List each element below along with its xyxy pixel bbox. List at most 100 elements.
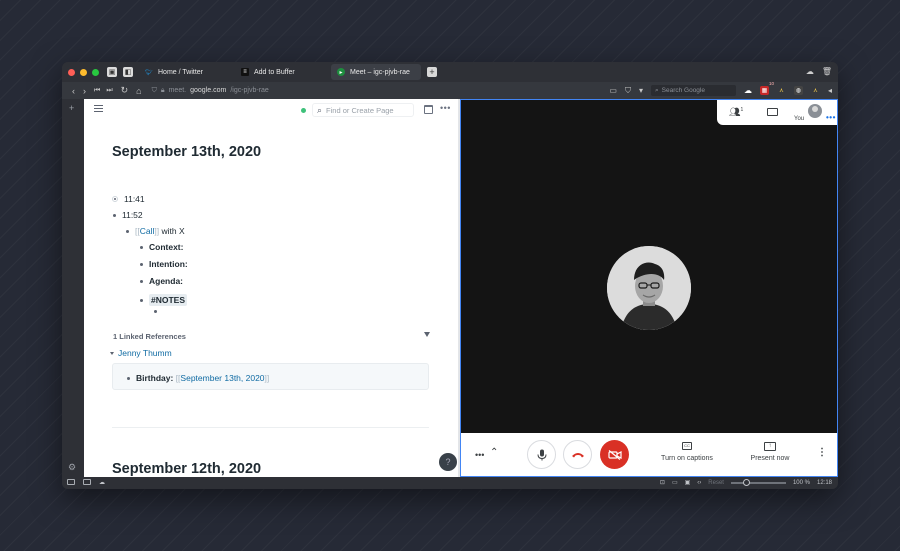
chevron-up-icon[interactable]: ⌃ [490,447,498,458]
page-reference-link[interactable]: Call [140,226,155,236]
block-notes[interactable]: #NOTES [140,294,188,306]
more-options-icon[interactable]: ••• [826,113,836,122]
calendar-icon[interactable] [424,105,433,114]
more-vertical-icon[interactable]: ⋮ [817,447,827,458]
close-window-button[interactable] [68,68,75,76]
buffer-icon: ≡ [241,68,249,76]
cloud-extension-icon[interactable]: ☁ [744,86,752,95]
meeting-details-icon[interactable]: ••• [475,450,484,460]
tab-twitter[interactable]: 🐦︎ Home / Twitter [139,64,229,80]
minimize-window-button[interactable] [80,68,87,76]
roam-research-panel: ⌕ Find or Create Page ••• September 13th… [84,99,458,477]
block-text: 11:41 [124,194,145,204]
camera-off-button[interactable] [600,440,629,469]
url-prefix: meet. [168,87,187,94]
hang-up-button[interactable] [563,440,592,469]
tab-label: Meet – igc-pjvb-rae [350,68,410,76]
tiling-icon[interactable]: ▭ [672,479,678,486]
present-button[interactable]: ↑ Present now [745,442,795,462]
tag-link[interactable]: #NOTES [149,294,188,306]
birthday-block[interactable]: Birthday: [[September 13th, 2020]] [127,373,269,383]
block-empty[interactable] [154,310,157,313]
block-bullet[interactable] [126,229,129,233]
trash-icon[interactable]: 🗑︎ [822,67,832,76]
gear-icon[interactable]: ⚙ [68,462,76,473]
home-icon[interactable]: ⌂ [136,86,141,96]
tab-buffer[interactable]: ≡ Add to Buffer [235,64,325,80]
source-page-link[interactable]: Jenny Thumm [118,348,172,358]
panel-toggle-icon[interactable]: ◂ [828,86,832,95]
rewind-icon[interactable]: ⏮ [94,87,100,95]
block-call[interactable]: [[Call]] with X [126,226,185,236]
you-label: You [794,116,805,122]
zoom-slider-handle[interactable] [742,478,750,486]
menu-icon[interactable] [94,105,103,112]
linked-reference-source[interactable]: Jenny Thumm [110,348,172,358]
block-bullet[interactable] [127,376,130,380]
block-text: Agenda: [149,276,183,286]
bookmark-icon[interactable]: ⛉ [625,86,631,96]
block-1141[interactable]: 11:41 [112,194,145,204]
block-agenda[interactable]: Agenda: [140,276,183,286]
captions-button[interactable]: CC Turn on captions [657,442,717,462]
block-bullet[interactable] [154,310,157,313]
stack-extension-icon[interactable]: ◍ [793,86,803,95]
code-icon[interactable]: ‹› [697,480,701,486]
find-or-create-input[interactable]: ⌕ Find or Create Page [312,103,414,117]
image-icon[interactable]: ▣ [685,479,691,486]
tab-stack-icon[interactable]: ▣ [107,67,117,77]
more-options-icon[interactable]: ••• [440,103,451,113]
address-bar[interactable]: ⛉ 🔒︎ meet. google.com/igc-pjvb-rae [152,87,572,95]
sync-status-indicator [301,108,306,113]
capture-icon[interactable]: ⊡ [660,479,665,486]
zoom-reset-button[interactable]: Reset [708,480,724,486]
person-photo-icon [607,246,691,330]
shield-icon[interactable]: ⛉ [152,87,157,95]
block-intention[interactable]: Intention: [140,259,188,269]
cloud-sync-icon[interactable]: ☁ [99,479,105,486]
linked-references-header[interactable]: 1 Linked References [113,332,186,341]
help-button[interactable]: ? [439,453,457,471]
camera-icon[interactable]: ▭ [609,86,617,95]
page-icon[interactable]: ◧ [123,67,133,77]
pin-extension-icon[interactable]: ⋏ [811,86,820,95]
page-reference-link[interactable]: September 13th, 2020 [180,373,264,383]
new-tab-button[interactable]: + [427,67,437,77]
block-bullet[interactable] [140,298,143,302]
window-icon[interactable] [83,479,91,485]
block-bullet[interactable] [140,262,143,266]
people-icon[interactable]: 👥︎1 [729,107,743,118]
tab-label: Home / Twitter [158,68,203,76]
forward-icon[interactable]: › [83,86,86,96]
tabbar-right: ☁ 🗑︎ [806,67,832,76]
fast-forward-icon[interactable]: ⏭ [106,87,112,95]
block-bullet[interactable] [112,196,118,202]
search-field[interactable]: ⌕ Search Google [650,85,736,96]
tab-meet[interactable]: ▸ Meet – igc-pjvb-rae [331,64,421,80]
dropdown-icon[interactable]: ▾ [639,86,643,95]
avatar[interactable] [808,104,822,118]
block-bullet[interactable] [140,279,143,283]
participant-avatar [607,246,691,330]
collapse-caret-icon[interactable] [110,351,114,355]
page-title[interactable]: September 13th, 2020 [112,144,261,160]
add-panel-icon[interactable]: + [69,103,74,113]
cloud-icon[interactable]: ☁ [806,67,814,76]
chat-icon[interactable] [767,108,778,116]
calendar-extension-icon[interactable]: ▦ 10 [759,81,774,95]
block-bullet[interactable] [140,245,143,249]
microphone-button[interactable] [527,440,556,469]
back-icon[interactable]: ‹ [72,86,75,96]
meet-top-bar: 👥︎1 You ••• [717,100,837,125]
zoom-slider[interactable] [730,478,786,486]
google-meet-panel: 👥︎1 You ••• ••• ⌃ CC Turn on captions ↑ … [460,99,838,477]
block-context[interactable]: Context: [140,242,183,252]
maximize-window-button[interactable] [92,68,99,76]
filter-icon[interactable] [424,332,430,337]
page-title[interactable]: September 12th, 2020 [112,461,261,477]
reload-icon[interactable]: ↻ [121,85,129,96]
block-bullet[interactable] [113,213,116,217]
panel-toggle-icon[interactable] [67,479,75,485]
yellow-extension-icon[interactable]: ⋏ [777,86,786,95]
block-1152[interactable]: 11:52 [113,210,143,220]
